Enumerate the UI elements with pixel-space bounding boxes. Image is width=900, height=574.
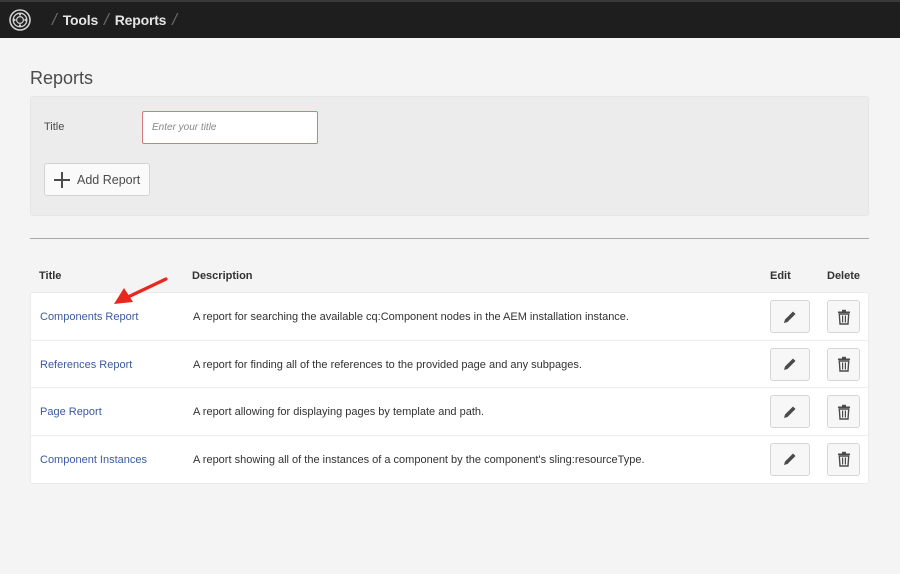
delete-button[interactable] [827,395,860,428]
plus-icon [54,171,70,188]
page-title: Reports [30,68,94,88]
column-header-description: Description [192,270,253,282]
section-divider [30,238,869,239]
report-description: A report for searching the available cq:… [193,311,629,323]
report-description: A report for finding all of the referenc… [193,358,582,371]
trash-icon [837,356,850,372]
breadcrumb-separator: / [172,10,177,29]
top-navigation-bar: / Tools / Reports / [0,0,900,38]
edit-button[interactable] [770,347,810,381]
add-report-form: Title Add Report [30,96,869,216]
edit-button[interactable] [770,300,810,333]
aem-logo-icon[interactable] [9,9,31,31]
delete-button[interactable] [827,347,860,381]
add-report-button-label: Add Report [77,172,141,187]
report-description: A report showing all of the instances of… [193,453,645,466]
pencil-icon [784,406,796,418]
title-field-label: Title [44,121,65,133]
add-report-button[interactable]: Add Report [44,163,150,196]
reports-table: Components Report A report for searching… [30,292,869,484]
breadcrumb-separator: / [52,10,57,29]
breadcrumb: / Tools / Reports / [46,2,183,38]
table-row: Component Instances A report showing all… [31,436,868,484]
report-title-link[interactable]: Components Report [40,311,138,323]
trash-icon [837,309,850,325]
trash-icon [837,451,850,467]
annotation-arrow-icon [114,277,168,304]
report-title-link[interactable]: Component Instances [40,454,147,466]
edit-button[interactable] [770,395,810,428]
pencil-icon [784,358,796,370]
table-row: References Report A report for finding a… [31,341,868,388]
column-header-delete: Delete [827,270,861,282]
edit-button[interactable] [770,442,810,476]
column-header-edit: Edit [770,270,791,282]
breadcrumb-reports[interactable]: Reports [115,12,167,28]
report-title-link[interactable]: Page Report [40,406,102,418]
title-input[interactable] [142,111,318,144]
report-description: A report allowing for displaying pages b… [193,406,485,418]
report-title-link[interactable]: References Report [40,359,132,371]
column-header-title: Title [39,270,62,282]
delete-button[interactable] [827,442,860,476]
breadcrumb-tools[interactable]: Tools [63,12,98,28]
breadcrumb-separator: / [104,10,109,29]
trash-icon [837,404,850,420]
pencil-icon [784,453,796,465]
table-row: Page Report A report allowing for displa… [31,388,868,436]
pencil-icon [784,311,796,323]
delete-button[interactable] [827,300,860,333]
